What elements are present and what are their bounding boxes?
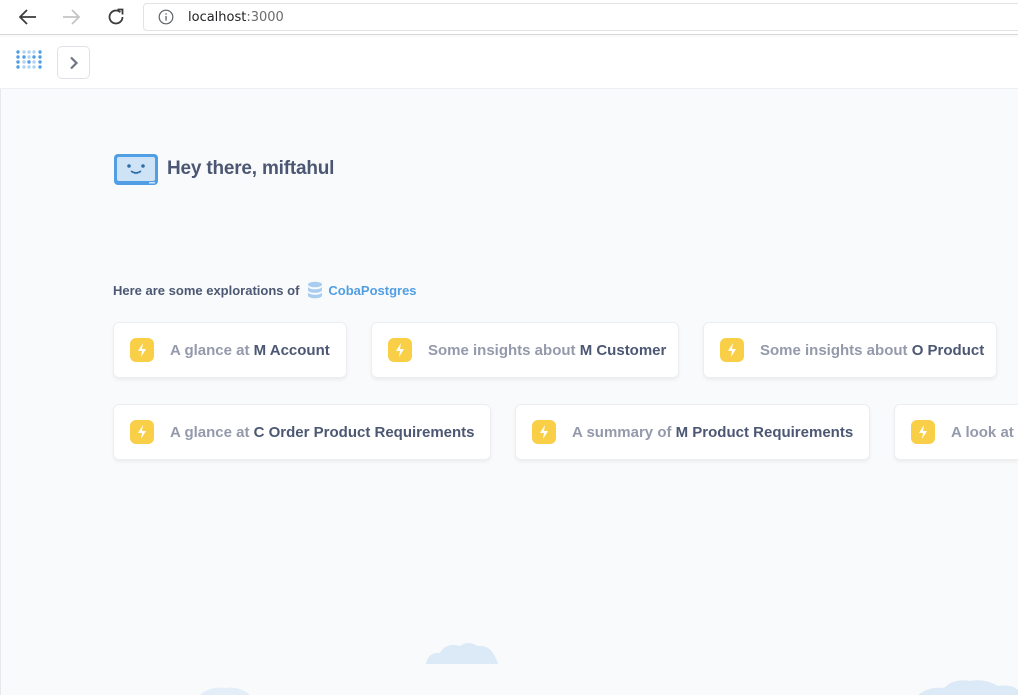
database-name-link[interactable]: CobaPostgres (328, 283, 416, 298)
exploration-card[interactable]: A glance at C Order Product Requirements (113, 404, 491, 460)
card-table-name: M Customer (579, 341, 667, 359)
cloud-illustration (426, 643, 498, 664)
greeting-text: Hey there, miftahul (167, 158, 335, 179)
browser-toolbar: localhost:3000 (0, 0, 1018, 35)
back-button[interactable] (15, 5, 41, 29)
bolt-icon (911, 420, 935, 444)
chevron-right-icon (69, 56, 78, 69)
card-table-name: M Product Requirements (675, 423, 854, 441)
mascot-icon (114, 153, 158, 185)
forward-button[interactable] (58, 5, 84, 29)
explorations-heading-text: Here are some explorations of (113, 282, 300, 298)
exploration-card[interactable]: A summary of M Product Requirements (515, 404, 870, 460)
back-arrow-icon (19, 9, 36, 25)
bolt-icon (720, 338, 744, 362)
exploration-card[interactable]: Some insights about M Customer (371, 322, 679, 378)
app-navbar (0, 37, 1018, 89)
card-prefix: Some insights about (428, 341, 580, 359)
exploration-card[interactable]: A look at (894, 404, 1018, 460)
url-port: :3000 (246, 10, 284, 25)
forward-arrow-icon (63, 9, 80, 25)
card-table-name: M Account (253, 341, 330, 359)
card-prefix: A look at (951, 423, 1014, 441)
bolt-icon (130, 420, 154, 444)
bolt-icon (532, 420, 556, 444)
address-bar[interactable]: localhost:3000 (143, 3, 1018, 31)
metabase-logo-icon[interactable] (15, 47, 43, 75)
exploration-card[interactable]: Some insights about O Product (703, 322, 997, 378)
reload-button[interactable] (103, 5, 129, 29)
info-icon[interactable] (158, 9, 174, 25)
cloud-illustration (918, 680, 1018, 695)
reload-icon (108, 8, 124, 25)
card-prefix: Some insights about (760, 341, 912, 359)
bolt-icon (388, 338, 412, 362)
card-prefix: A summary of (572, 423, 676, 441)
greeting: Hey there, miftahul (113, 152, 334, 186)
database-icon (308, 281, 323, 299)
sidebar-toggle-button[interactable] (57, 46, 90, 79)
bolt-icon (130, 338, 154, 362)
card-table-name: O Product (911, 341, 985, 359)
url-text: localhost:3000 (188, 10, 284, 25)
card-prefix: A glance at (170, 423, 254, 441)
url-host: localhost (188, 10, 247, 25)
explorations-heading: Here are some explorations of CobaPostgr… (113, 281, 417, 299)
exploration-card[interactable]: A glance at M Account (113, 322, 347, 378)
left-divider (0, 89, 1, 695)
cloud-illustration (200, 687, 250, 695)
card-prefix: A glance at (170, 341, 254, 359)
card-table-name: C Order Product Requirements (253, 423, 475, 441)
